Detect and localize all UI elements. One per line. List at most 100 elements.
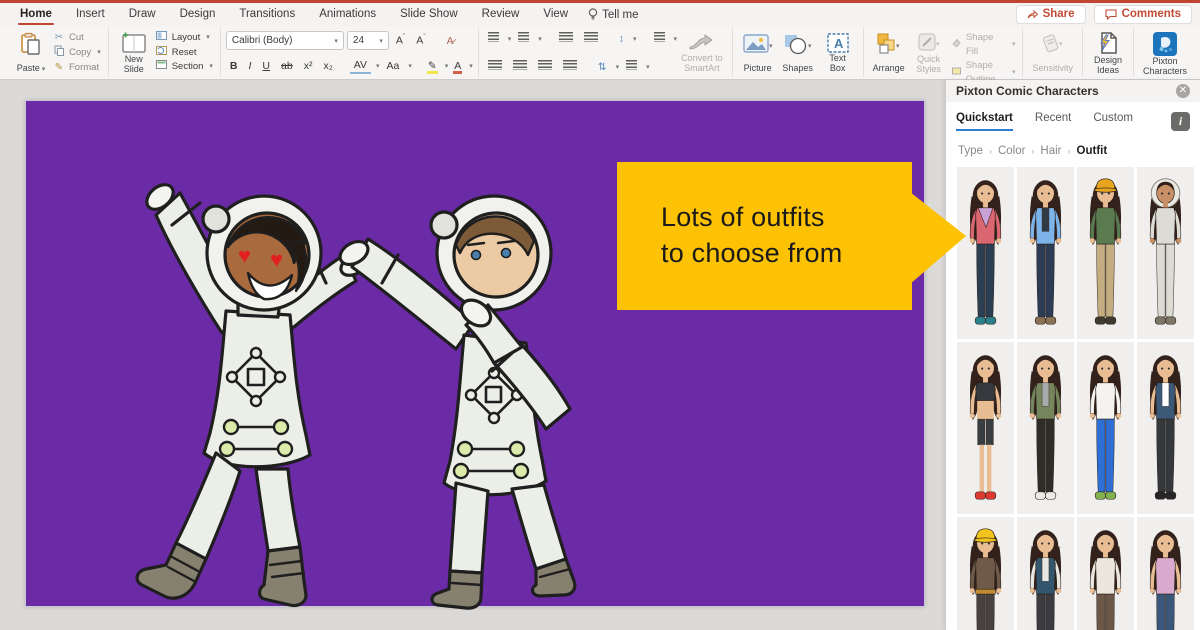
quick-styles-icon: ▾ <box>916 31 942 55</box>
menu-tab-view[interactable]: View <box>531 4 580 25</box>
copy-button[interactable]: Copy▾ <box>53 45 101 61</box>
callout-shape[interactable]: Lots of outfits to choose from <box>617 162 912 310</box>
clear-formatting-button[interactable]: A̷ <box>443 34 458 48</box>
section-button[interactable]: Section▾ <box>156 60 213 74</box>
bold-button[interactable]: B <box>226 59 242 73</box>
increase-indent-button[interactable] <box>580 31 602 46</box>
menu-tab-slide-show[interactable]: Slide Show <box>388 4 470 25</box>
numbering-button[interactable] <box>514 31 533 46</box>
tell-me-button[interactable]: Tell me <box>580 4 646 25</box>
panel-tab-quickstart[interactable]: Quickstart <box>956 112 1013 131</box>
ribbon-group-font: Calibri (Body)▾ 24▾ Aˆ Aˇ A̷ B I U ab x² <box>221 28 479 77</box>
line-spacing-button[interactable]: ↕ <box>615 32 628 46</box>
callout-text-line2: to choose from <box>661 236 912 272</box>
align-text-button[interactable] <box>622 59 641 74</box>
breadcrumb-type[interactable]: Type <box>958 145 983 157</box>
svg-text:▾: ▾ <box>808 43 812 50</box>
font-color-button[interactable]: A <box>451 60 464 72</box>
outfit-thumbnail-black-sportswear-red-sneakers[interactable] <box>957 342 1014 514</box>
menu-tab-insert[interactable]: Insert <box>64 4 117 25</box>
decrease-font-button[interactable]: Aˇ <box>412 33 429 48</box>
pixton-characters-button[interactable]: PixtonCharacters <box>1139 29 1191 76</box>
decrease-indent-button[interactable] <box>555 31 577 46</box>
pixton-panel: Pixton Comic Characters ✕ QuickstartRece… <box>945 80 1200 630</box>
shape-fill-button[interactable]: Shape Fill▾ <box>951 31 1016 59</box>
justify-button[interactable] <box>559 59 581 74</box>
outfit-thumbnail-green-shirt-orange-cap-khakis[interactable] <box>1077 167 1134 339</box>
menu-tab-transitions[interactable]: Transitions <box>227 4 307 25</box>
italic-button[interactable]: I <box>245 59 256 73</box>
cut-label: Cut <box>69 31 84 45</box>
callout-text-line1: Lots of outfits <box>661 200 912 236</box>
align-right-button[interactable] <box>534 59 556 74</box>
outfit-thumbnail-navy-vest-long-sleeves[interactable] <box>1017 517 1074 630</box>
highlight-color-button[interactable]: ✎ <box>425 60 440 72</box>
outfit-thumbnail-construction-hard-hat-tool-belt[interactable] <box>957 517 1014 630</box>
breadcrumb-hair[interactable]: Hair <box>1040 145 1061 157</box>
outfit-thumbnail-white-hoodie-blue-jeans[interactable] <box>1077 342 1134 514</box>
align-left-button[interactable] <box>484 59 506 74</box>
subscript-button[interactable]: x₂ <box>319 59 336 73</box>
menu-tab-home[interactable]: Home <box>8 4 64 25</box>
cut-button[interactable]: ✂Cut <box>53 31 101 45</box>
new-slide-button[interactable]: NewSlide <box>114 29 154 76</box>
paste-button[interactable]: Paste▾ <box>11 29 51 76</box>
powerpoint-window: HomeInsertDrawDesignTransitionsAnimation… <box>0 0 1200 630</box>
convert-smartart-button[interactable]: Convert toSmartArt <box>677 29 727 76</box>
panel-tab-custom[interactable]: Custom <box>1093 112 1133 131</box>
slide-canvas[interactable]: ♥ ♥ <box>0 80 945 630</box>
section-icon <box>156 60 168 74</box>
astronaut-character-boy[interactable] <box>316 153 586 613</box>
font-family-select[interactable]: Calibri (Body)▾ <box>226 31 344 50</box>
format-painter-button[interactable]: ✎Format <box>53 61 101 75</box>
font-size-select[interactable]: 24▾ <box>347 31 389 50</box>
new-slide-icon <box>119 31 149 55</box>
reset-icon <box>156 46 168 60</box>
increase-font-button[interactable]: Aˆ <box>392 33 409 48</box>
reset-button[interactable]: Reset <box>156 46 213 60</box>
breadcrumb-outfit[interactable]: Outfit <box>1077 145 1108 157</box>
arrange-button[interactable]: ▾ Arrange <box>869 29 909 76</box>
menu-tab-design[interactable]: Design <box>168 4 228 25</box>
textbox-button[interactable]: A TextBox <box>818 29 858 76</box>
columns-button[interactable] <box>650 31 669 46</box>
outfit-thumbnail-green-jacket-gray-hoodie[interactable] <box>1017 342 1074 514</box>
menu-tab-draw[interactable]: Draw <box>117 4 168 25</box>
heart-eye-right: ♥ <box>270 247 283 272</box>
menu-tab-review[interactable]: Review <box>470 4 532 25</box>
underline-button[interactable]: U <box>258 59 274 73</box>
outfit-thumbnail-astronaut-spacesuit[interactable] <box>1137 167 1194 339</box>
outfit-thumbnail-white-cardigan-brown-pants[interactable] <box>1077 517 1134 630</box>
outfit-thumbnail-pink-tshirt-jeans[interactable] <box>1137 517 1194 630</box>
character-spacing-button[interactable]: AV <box>350 58 371 74</box>
layout-label: Layout <box>172 31 201 45</box>
info-button[interactable]: i <box>1171 112 1190 131</box>
text-direction-button[interactable]: ⇅ <box>594 60 611 74</box>
menu-tab-animations[interactable]: Animations <box>307 4 388 25</box>
change-case-button[interactable]: Aa <box>383 59 404 73</box>
outfit-thumbnail-blue-jacket-dark-top-jeans[interactable] <box>1017 167 1074 339</box>
shapes-icon: ▾ <box>783 31 813 57</box>
superscript-button[interactable]: x² <box>300 59 317 73</box>
strikethrough-button[interactable]: ab <box>277 59 297 73</box>
picture-button[interactable]: ▾ Picture <box>738 29 778 76</box>
layout-button[interactable]: Layout▾ <box>156 31 213 45</box>
shapes-label: Shapes <box>782 64 813 74</box>
svg-text:▾: ▾ <box>1059 41 1063 48</box>
shape-fill-icon <box>951 38 962 53</box>
bullets-button[interactable] <box>484 31 503 46</box>
align-center-button[interactable] <box>509 59 531 74</box>
design-ideas-button[interactable]: DesignIdeas <box>1088 29 1128 76</box>
shapes-button[interactable]: ▾ Shapes <box>778 29 818 76</box>
panel-tab-recent[interactable]: Recent <box>1035 112 1071 131</box>
share-button[interactable]: Share <box>1016 5 1086 24</box>
comments-button[interactable]: Comments <box>1094 5 1192 24</box>
svg-text:A: A <box>834 36 844 51</box>
sensitivity-button[interactable]: ▾ Sensitivity <box>1028 29 1077 76</box>
quick-styles-button[interactable]: ▾ QuickStyles <box>909 29 949 76</box>
outfit-thumbnail-school-vest-white-shirt[interactable] <box>1137 342 1194 514</box>
close-icon[interactable]: ✕ <box>1176 84 1190 98</box>
new-slide-label: New <box>125 54 143 64</box>
tell-me-label: Tell me <box>602 9 638 21</box>
breadcrumb-color[interactable]: Color <box>998 145 1025 157</box>
